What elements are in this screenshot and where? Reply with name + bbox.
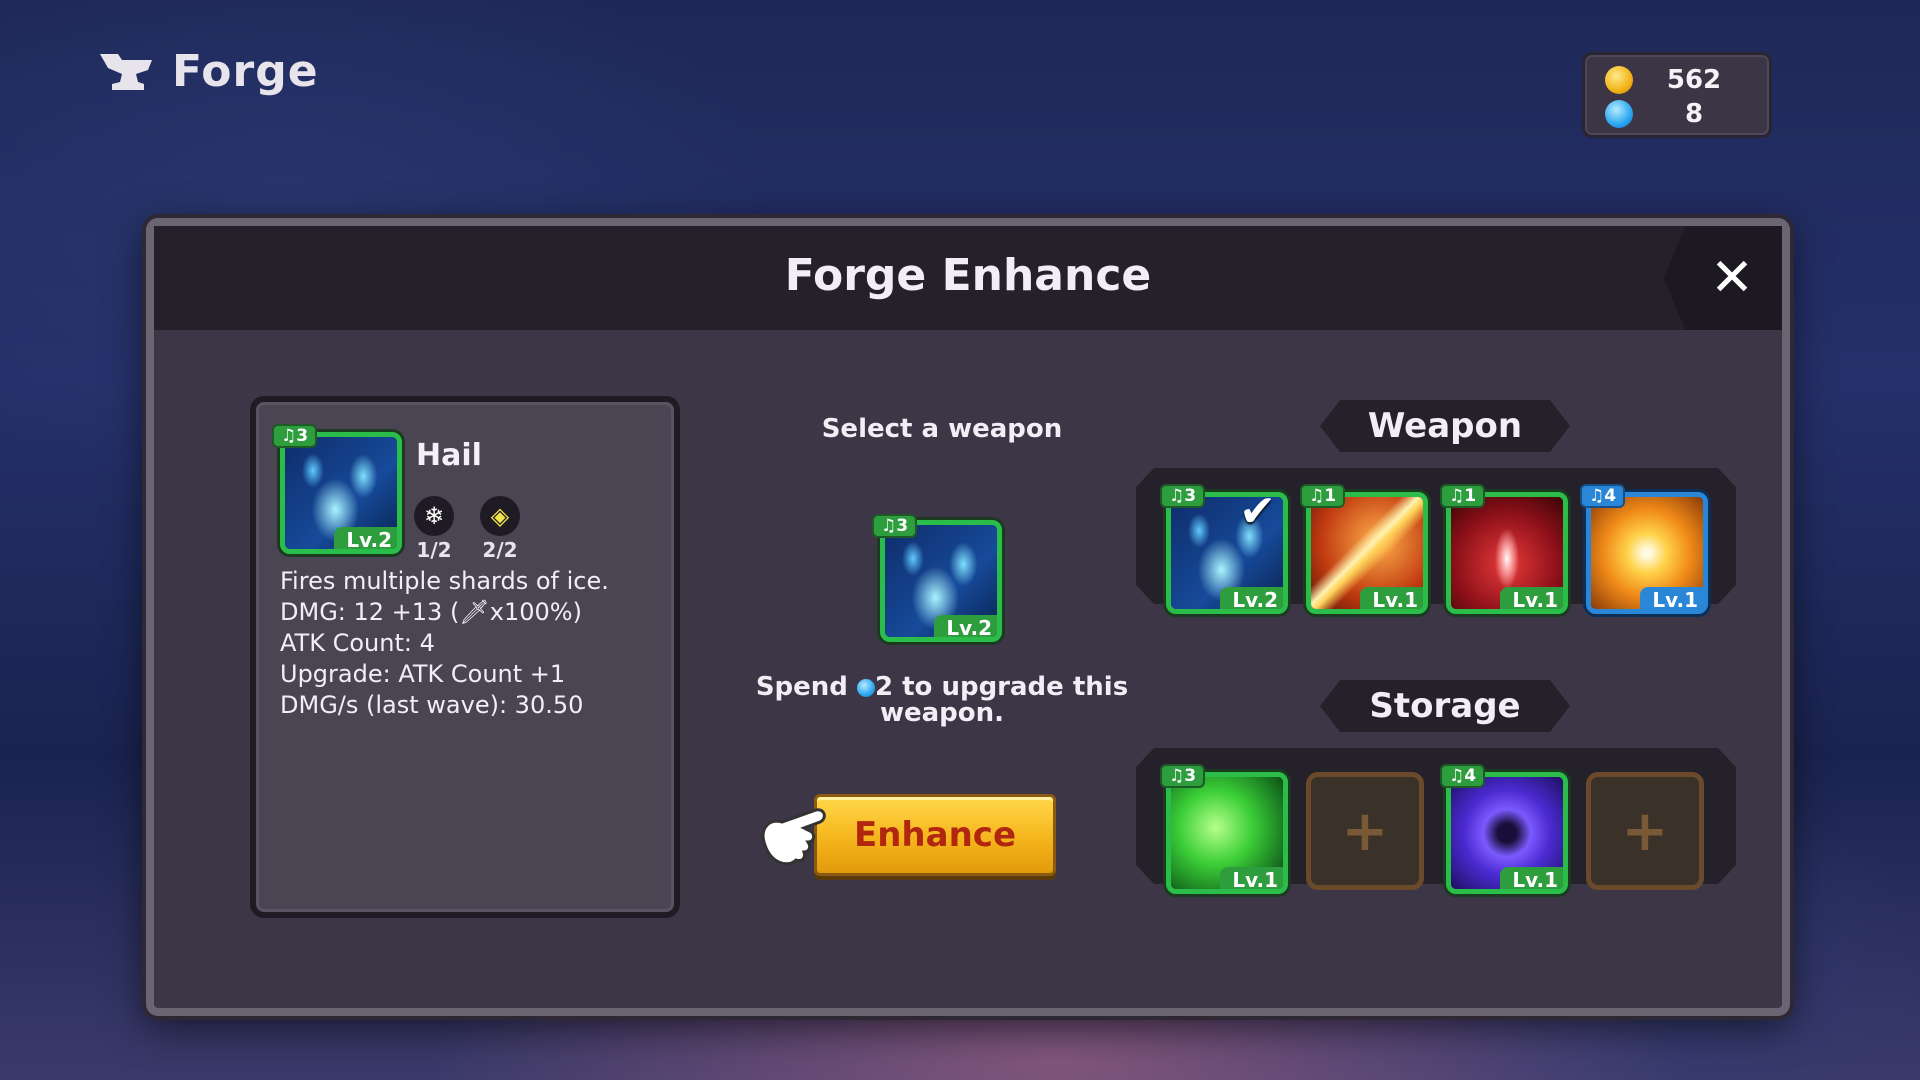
selected-weapon-slot[interactable]: Lv.2 (880, 520, 1002, 642)
diamond-icon: ◈ (480, 496, 520, 536)
rank-badge: ♫1 (1440, 484, 1486, 508)
currency-panel: 562 8 (1582, 52, 1772, 138)
level-label: Lv.1 (1220, 867, 1283, 889)
enhance-button[interactable]: Enhance (814, 794, 1056, 876)
rank-badge: ♫1 (1300, 484, 1346, 508)
pointing-hand-icon (761, 808, 826, 866)
forge-enhance-dialog: Forge Enhance ✕ Lv.2 ♫3 Hail ❄ 1/2 ◈ 2/2… (146, 218, 1790, 1016)
gem-count: 8 (1684, 99, 1704, 129)
weapon-icon: Lv.1 (1306, 492, 1428, 614)
desc-line: DMG/s (last wave): 30.50 (280, 691, 584, 719)
rank-badge: ♫4 (1440, 764, 1486, 788)
coin-icon (1605, 66, 1633, 94)
weapon-icon: Lv.1 (1586, 492, 1708, 614)
page-title: Forge (172, 46, 319, 97)
weapon-icon: Lv.1 (1446, 772, 1568, 894)
gem-icon (856, 679, 875, 697)
weapon-description: Fires multiple shards of ice. DMG: 12 +1… (280, 566, 609, 721)
rank-badge: ♫4 (1580, 484, 1626, 508)
desc-line: Upgrade: ATK Count +1 (280, 660, 566, 688)
storage-slot-empty[interactable]: + (1306, 772, 1424, 890)
check-icon: ✔ (1239, 486, 1276, 537)
weapon-slot-3[interactable]: Lv.1 ♫1 (1440, 484, 1568, 614)
stat-chip-frost: ❄ 1/2 (414, 496, 454, 562)
level-label: Lv.1 (1500, 587, 1563, 609)
gem-icon (1605, 100, 1633, 128)
forge-header: Forge (98, 46, 319, 97)
weapon-icon: Lv.1 (1166, 772, 1288, 894)
storage-slot-empty[interactable]: + (1586, 772, 1704, 890)
dialog-title: Forge Enhance (784, 250, 1152, 301)
rank-badge: ♫3 (872, 514, 918, 538)
info-weapon-icon: Lv.2 (280, 432, 402, 554)
close-icon: ✕ (1710, 248, 1754, 308)
select-weapon-label: Select a weapon (821, 414, 1063, 444)
level-label: Lv.2 (934, 615, 997, 637)
level-label: Lv.1 (1640, 587, 1703, 609)
level-label: Lv.1 (1360, 587, 1423, 609)
level-label: Lv.2 (1220, 587, 1283, 609)
weapon-icon: Lv.1 (1446, 492, 1568, 614)
level-label: Lv.2 (334, 527, 397, 549)
stat-chip-synergy: ◈ 2/2 (480, 496, 520, 562)
weapon-name: Hail (416, 438, 482, 473)
enhance-label: Enhance (854, 815, 1016, 855)
storage-slot-1[interactable]: Lv.1 ♫3 (1160, 764, 1288, 894)
level-label: Lv.1 (1500, 867, 1563, 889)
rank-badge: ♫3 (1160, 484, 1206, 508)
snowflake-icon: ❄ (414, 496, 454, 536)
storage-slot-3[interactable]: Lv.1 ♫4 (1440, 764, 1568, 894)
weapon-slot-1[interactable]: Lv.2 ♫3 ✔ (1160, 484, 1288, 614)
anvil-icon (100, 53, 152, 90)
plus-icon: + (1621, 798, 1669, 864)
weapon-info-card: Lv.2 ♫3 Hail ❄ 1/2 ◈ 2/2 Fires multiple … (250, 396, 680, 918)
coin-count: 562 (1666, 65, 1722, 95)
stat-value: 2/2 (482, 538, 518, 562)
desc-line: ATK Count: 4 (280, 629, 435, 657)
plus-icon: + (1341, 798, 1389, 864)
storage-section-label: Storage (1320, 680, 1570, 732)
rank-badge: ♫3 (1160, 764, 1206, 788)
desc-line: Fires multiple shards of ice. (280, 567, 609, 595)
spend-text: Spend 2 to upgrade this weapon. (755, 672, 1129, 728)
close-button[interactable]: ✕ (1664, 226, 1782, 330)
weapon-section-label: Weapon (1320, 400, 1570, 452)
stat-value: 1/2 (416, 538, 452, 562)
weapon-slot-2[interactable]: Lv.1 ♫1 (1300, 484, 1428, 614)
dialog-header: Forge Enhance ✕ (154, 226, 1782, 330)
weapon-slot-4[interactable]: Lv.1 ♫4 (1580, 484, 1708, 614)
desc-line: DMG: 12 +13 (🗡x100%) (280, 598, 582, 626)
rank-badge: ♫3 (272, 424, 318, 448)
